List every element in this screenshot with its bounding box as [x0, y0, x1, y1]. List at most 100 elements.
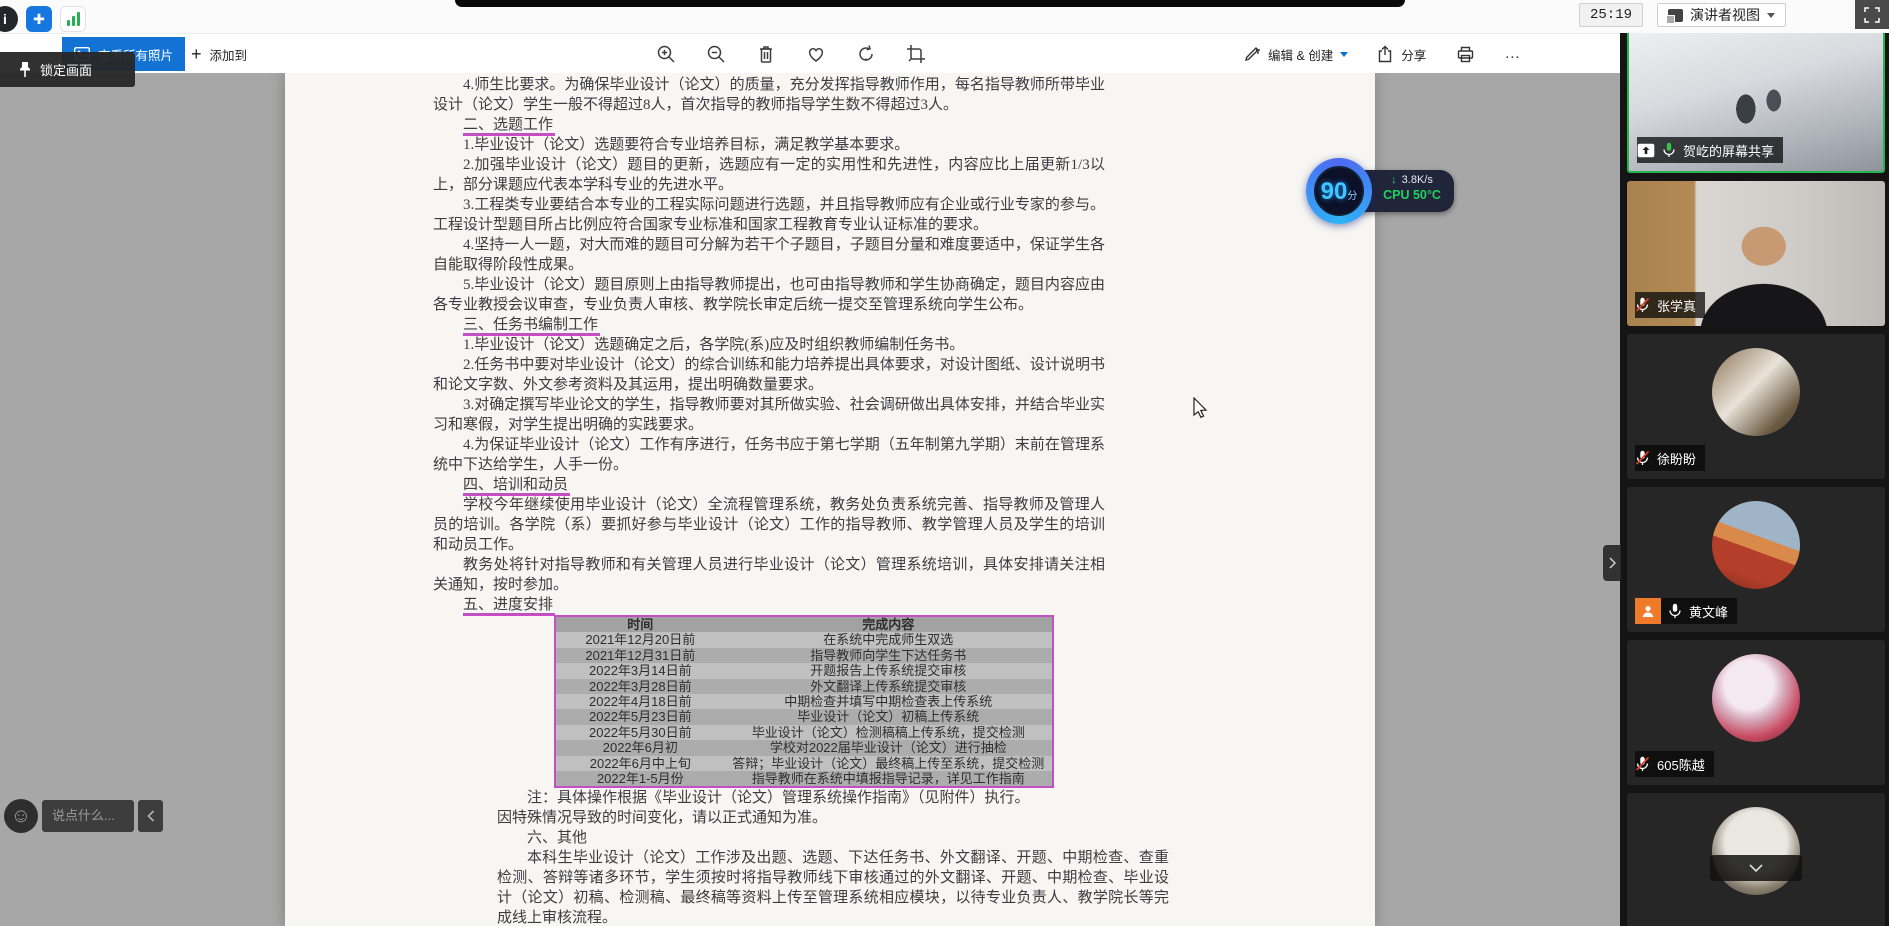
chat-collapse-button[interactable] — [138, 800, 163, 832]
schedule-table-header: 时间 完成内容 — [556, 617, 1052, 632]
crop-icon[interactable] — [905, 43, 927, 65]
view-mode-selector[interactable]: 演讲者视图 — [1657, 3, 1786, 27]
screen-share-icon — [1637, 143, 1655, 158]
schedule-table-row: 2021年12月20日前在系统中完成师生双选 — [556, 632, 1052, 647]
participant-name: 605陈越 — [1657, 755, 1705, 774]
participant-tile-screen-share[interactable]: 贺屹的屏幕共享 — [1627, 28, 1885, 173]
doc-paragraph: 3.工程类专业要结合本专业的工程实际问题进行选题，并且指导教师应有企业或行业专家… — [433, 195, 1105, 235]
participant-label: 徐盼盼 — [1635, 445, 1705, 471]
avatar — [1712, 348, 1800, 436]
shield-plus-icon[interactable]: ✚ — [26, 6, 52, 32]
mic-muted-icon — [1635, 297, 1650, 313]
schedule-table-cell: 学校对2022届毕业设计（论文）进行抽检 — [725, 740, 1052, 755]
schedule-table-row: 2022年6月初学校对2022届毕业设计（论文）进行抽检 — [556, 740, 1052, 755]
schedule-table-cell: 2022年6月初 — [556, 740, 725, 755]
fullscreen-icon — [1864, 7, 1880, 23]
edit-create-button[interactable]: 编辑 & 创建 — [1243, 45, 1348, 64]
sidebar-collapse-tab[interactable] — [1603, 545, 1621, 581]
doc-bottom-block: 注：具体操作根据《毕业设计（论文）管理系统操作指南》（见附件）执行。 因特殊情况… — [497, 788, 1169, 926]
participant-label: 605陈越 — [1635, 751, 1714, 777]
schedule-table-row: 2022年3月14日前开题报告上传系统提交审核 — [556, 663, 1052, 678]
photos-actions: 编辑 & 创建 分享 … — [1243, 34, 1521, 74]
more-options-button[interactable]: … — [1504, 45, 1521, 63]
schedule-table-row: 2022年3月28日前外文翻译上传系统提交审核 — [556, 679, 1052, 694]
schedule-table-cell: 2022年5月30日前 — [556, 725, 725, 740]
participants-sidebar: 贺屹的屏幕共享 张学真 徐盼盼 — [1620, 27, 1889, 926]
delete-icon[interactable] — [755, 43, 777, 65]
score-unit: 分 — [1347, 187, 1357, 202]
schedule-table-cell: 2021年12月31日前 — [556, 648, 725, 663]
emoji-button[interactable]: ☺ — [4, 799, 38, 833]
participant-tile[interactable]: 605陈越 — [1627, 640, 1885, 785]
schedule-table-cell: 在系统中完成师生双选 — [725, 632, 1052, 647]
doc-paragraph: 1.毕业设计（论文）选题确定之后，各学院(系)应及时组织教师编制任务书。 — [433, 335, 1105, 355]
meeting-topbar-controls: 25:19 演讲者视图 — [1579, 3, 1786, 27]
participant-tile[interactable]: 黄文峰 — [1627, 487, 1885, 632]
collapsed-meeting-toolbar[interactable] — [455, 0, 1405, 7]
mic-muted-icon — [1635, 450, 1650, 466]
system-tray: i ✚ — [4, 6, 86, 32]
pushpin-icon — [18, 61, 32, 78]
zoom-in-icon[interactable] — [655, 43, 677, 65]
participant-tile[interactable]: 张学真 — [1627, 181, 1885, 326]
photos-toolbar: 查看所有照片 + 添加到 — [0, 33, 1620, 73]
section-heading-5: 五、进度安排 — [463, 595, 1105, 615]
avatar — [1712, 654, 1800, 742]
schedule-table-cell: 2022年5月23日前 — [556, 709, 725, 724]
favorite-heart-icon[interactable] — [805, 43, 827, 65]
schedule-table: 时间 完成内容 2021年12月20日前在系统中完成师生双选2021年12月31… — [554, 615, 1054, 788]
doc-paragraph: 4.为保证毕业设计（论文）工作有序进行，任务书应于第七学期（五年制第九学期）末前… — [433, 435, 1105, 475]
doc-note: 注：具体操作根据《毕业设计（论文）管理系统操作指南》（见附件）执行。 — [497, 788, 1169, 808]
photo-view-controls — [655, 34, 927, 74]
doc-paragraph: 1.毕业设计（论文）选题要符合专业培养目标，满足教学基本要求。 — [433, 135, 1105, 155]
schedule-table-cell: 2022年1-5月份 — [556, 771, 725, 786]
info-icon[interactable]: i — [0, 6, 18, 32]
schedule-table-row: 2022年5月23日前毕业设计（论文）初稿上传系统 — [556, 709, 1052, 724]
stats-bars-icon[interactable] — [60, 6, 86, 32]
participant-label: 贺屹的屏幕共享 — [1637, 137, 1783, 163]
schedule-table-cell: 答辩；毕业设计（论文）最终稿上传至系统，提交检测 — [725, 756, 1052, 771]
rotate-icon[interactable] — [855, 43, 877, 65]
scroll-more-participants-button[interactable] — [1710, 855, 1802, 881]
participant-tile[interactable] — [1627, 793, 1885, 926]
schedule-table-row: 2022年6月中上旬答辩；毕业设计（论文）最终稿上传至系统，提交检测 — [556, 756, 1052, 771]
schedule-table-row: 2022年1-5月份指导教师在系统中填报指导记录，详见工作指南 — [556, 771, 1052, 786]
schedule-table-cell: 2022年6月中上旬 — [556, 756, 725, 771]
mic-on-icon — [1668, 603, 1682, 619]
doc-paragraph: 5.毕业设计（论文）题目原则上由指导教师提出，也可由指导教师和学生协商确定，题目… — [433, 275, 1105, 315]
doc-paragraph: 2.加强毕业设计（论文）题目的更新，选题应有一定的实用性和先进性，内容应比上届更… — [433, 155, 1105, 195]
schedule-table-row: 2022年4月18日前中期检查并填写中期检查表上传系统 — [556, 694, 1052, 709]
download-arrow-icon: ↓ — [1391, 174, 1397, 186]
meeting-window: 查看所有照片 + 添加到 — [0, 0, 1889, 926]
schedule-table-cell: 2022年3月14日前 — [556, 663, 725, 678]
plus-icon: + — [191, 44, 202, 65]
print-icon[interactable] — [1454, 43, 1476, 65]
schedule-table-cell: 2022年4月18日前 — [556, 694, 725, 709]
avatar — [1712, 807, 1800, 895]
schedule-table-cell: 中期检查并填写中期检查表上传系统 — [725, 694, 1052, 709]
zoom-out-icon[interactable] — [705, 43, 727, 65]
participant-name: 贺屹的屏幕共享 — [1683, 141, 1774, 160]
fullscreen-button[interactable] — [1855, 0, 1889, 29]
participant-name: 张学真 — [1657, 296, 1696, 315]
add-to-button[interactable]: + 添加到 — [183, 37, 255, 71]
doc-paragraph: 4.师生比要求。为确保毕业设计（论文）的质量，充分发挥指导教师作用，每名指导教师… — [433, 75, 1105, 115]
pin-tooltip-label: 锁定画面 — [40, 60, 92, 79]
doc-note: 因特殊情况导致的时间变化，请以正式通知为准。 — [497, 808, 1169, 828]
participant-label: 张学真 — [1635, 292, 1705, 318]
speaker-view-icon — [1668, 9, 1683, 22]
chevron-left-icon — [147, 810, 155, 822]
chat-input[interactable]: 说点什么... — [42, 800, 134, 832]
top-strip: i ✚ 25:19 演讲者视图 — [0, 0, 1889, 33]
document-page: 4.师生比要求。为确保毕业设计（论文）的质量，充分发挥指导教师作用，每名指导教师… — [285, 73, 1375, 926]
doc-paragraph: 4.坚持一人一题，对大而难的题目可分解为若干个子题目，子题目分量和难度要适中，保… — [433, 235, 1105, 275]
participant-tile[interactable]: 徐盼盼 — [1627, 334, 1885, 479]
download-speed: 3.8K/s — [1402, 174, 1433, 186]
avatar — [1712, 501, 1800, 589]
doc-paragraph: 2.任务书中要对毕业设计（论文）的综合训练和能力培养提出具体要求，对设计图纸、设… — [433, 355, 1105, 395]
doc-paragraph: 学校今年继续使用毕业设计（论文）全流程管理系统，教务处负责系统完善、指导教师及管… — [433, 495, 1105, 555]
schedule-table-cell: 毕业设计（论文）初稿上传系统 — [725, 709, 1052, 724]
share-button[interactable]: 分享 — [1376, 45, 1426, 64]
schedule-col-content: 完成内容 — [725, 617, 1052, 632]
share-icon — [1376, 45, 1394, 63]
